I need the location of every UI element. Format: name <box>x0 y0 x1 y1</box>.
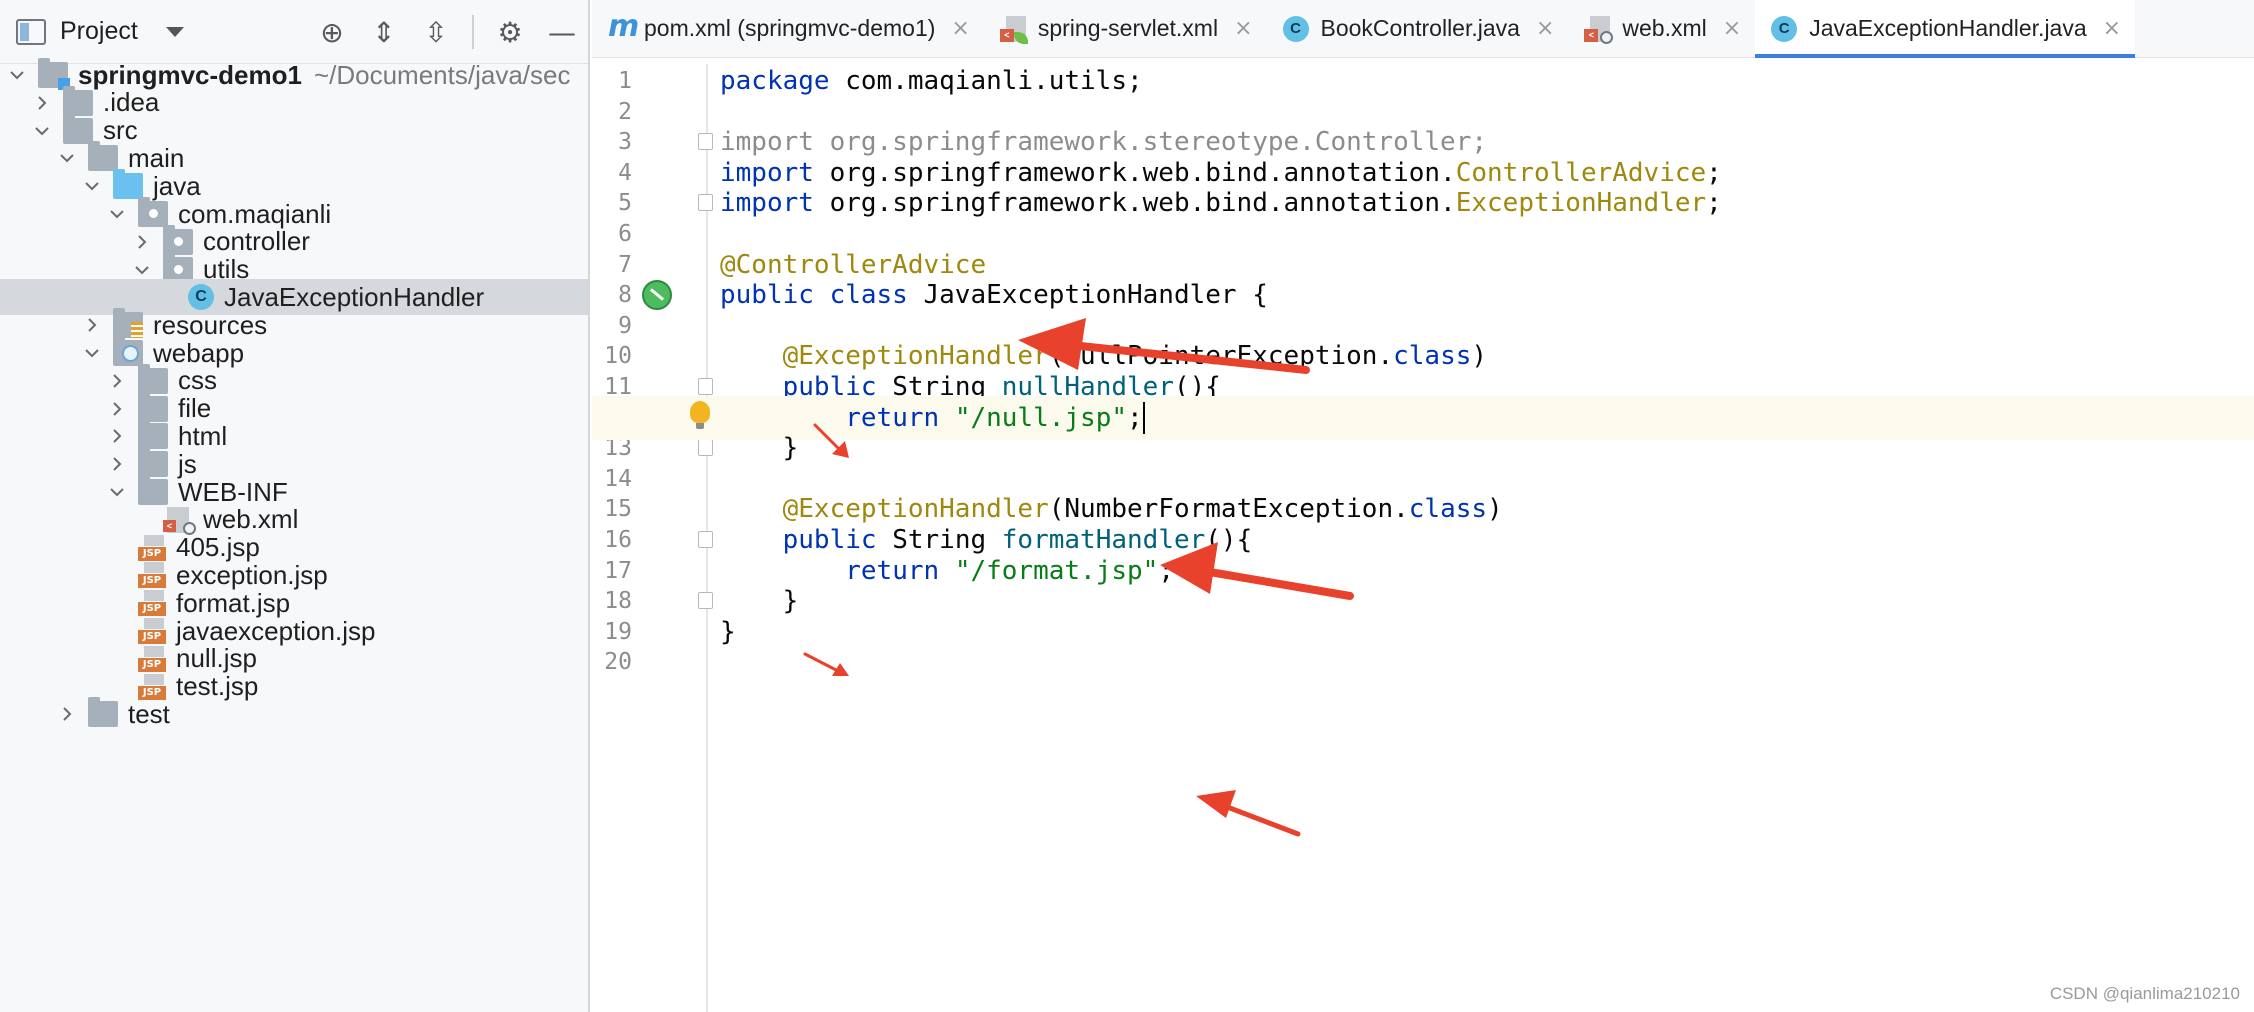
fold-marker-icon[interactable] <box>698 194 713 212</box>
fold-marker-icon[interactable] <box>698 378 713 395</box>
class-icon: C <box>1771 15 1798 42</box>
chevron-down-icon[interactable] <box>31 120 53 142</box>
folder-icon <box>88 697 118 728</box>
chevron-down-icon[interactable] <box>131 259 153 281</box>
class-icon: C <box>1282 15 1309 42</box>
editor-tab[interactable]: C JavaExceptionHandler.java × <box>1755 0 2136 58</box>
tree-item[interactable]: test <box>0 696 588 732</box>
web-xml-icon: < <box>1584 15 1614 44</box>
chevron-down-icon[interactable] <box>106 481 128 503</box>
chevron-right-icon[interactable] <box>106 453 128 475</box>
watermark: CSDN @qianlima210210 <box>2049 984 2240 1003</box>
chevron-down-icon[interactable] <box>81 342 103 364</box>
project-window-icon <box>16 18 46 45</box>
fold-marker-icon[interactable] <box>698 531 713 548</box>
chevron-right-icon[interactable] <box>131 231 153 253</box>
close-icon[interactable]: × <box>1723 16 1741 41</box>
tab-label: spring-servlet.xml <box>1037 15 1219 41</box>
chevron-right-icon[interactable] <box>106 370 128 392</box>
spring-bean-gutter-icon[interactable] <box>642 280 672 311</box>
line-number: 20 <box>604 649 632 676</box>
gear-icon[interactable]: ⚙ <box>484 0 536 64</box>
close-icon[interactable]: × <box>1234 16 1252 41</box>
fold-marker-icon[interactable] <box>698 133 713 151</box>
spring-xml-icon: < <box>999 15 1028 44</box>
chevron-down-icon[interactable] <box>56 147 78 169</box>
maven-icon: m <box>608 8 640 44</box>
project-tool-window: Project ⊕ ⇕ ⇳ ⚙ — springmvc-demo1 ~/Docum… <box>0 0 590 1012</box>
chevron-down-icon[interactable] <box>106 203 128 225</box>
editor-tab[interactable]: m pom.xml (springmvc-demo1) × <box>592 0 984 57</box>
close-icon[interactable]: × <box>2103 16 2121 41</box>
tab-label: JavaExceptionHandler.java <box>1809 15 2087 41</box>
tab-label: web.xml <box>1622 15 1707 41</box>
chevron-right-icon[interactable] <box>106 398 128 420</box>
hide-panel-icon[interactable]: — <box>536 0 588 64</box>
fold-marker-icon[interactable] <box>698 592 713 610</box>
project-panel-toolbar: ⊕ ⇕ ⇳ ⚙ — <box>306 0 588 64</box>
tab-label: BookController.java <box>1320 15 1520 41</box>
editor-tab-bar: m pom.xml (springmvc-demo1) × < spring-servl… <box>592 0 2254 58</box>
chevron-down-icon[interactable] <box>165 26 184 37</box>
editor-tab[interactable]: C BookController.java × <box>1267 0 1569 57</box>
chevron-right-icon[interactable] <box>31 92 53 114</box>
lightbulb-icon[interactable] <box>690 400 710 429</box>
close-icon[interactable]: × <box>951 16 969 41</box>
chevron-right-icon[interactable] <box>81 314 103 336</box>
code-editor[interactable]: package com.maqianli.utils; import org.sp… <box>592 64 2254 1012</box>
editor-tab[interactable]: < spring-servlet.xml × <box>984 0 1267 57</box>
collapse-all-icon[interactable]: ⇳ <box>410 0 462 64</box>
editor-tab[interactable]: < web.xml × <box>1568 0 1755 57</box>
chevron-down-icon[interactable] <box>81 175 103 197</box>
chevron-down-icon[interactable] <box>6 64 28 86</box>
tree-item-label: test <box>128 698 170 729</box>
locate-file-icon[interactable]: ⊕ <box>306 0 358 64</box>
editor-area: m pom.xml (springmvc-demo1) × < spring-servl… <box>592 0 2254 1012</box>
code-line[interactable] <box>720 640 2254 684</box>
editor-gutter: 1234567891011121314151617181920 <box>592 64 713 1012</box>
expand-all-icon[interactable]: ⇕ <box>358 0 410 64</box>
fold-marker-icon[interactable] <box>698 439 713 457</box>
chevron-right-icon[interactable] <box>56 703 78 725</box>
project-panel-header: Project ⊕ ⇕ ⇳ ⚙ — <box>0 0 588 64</box>
project-view-selector[interactable]: Project <box>60 17 138 46</box>
chevron-right-icon[interactable] <box>106 425 128 447</box>
tab-label: pom.xml (springmvc-demo1) <box>644 15 936 41</box>
toolbar-divider <box>472 15 474 49</box>
close-icon[interactable]: × <box>1536 16 1554 41</box>
